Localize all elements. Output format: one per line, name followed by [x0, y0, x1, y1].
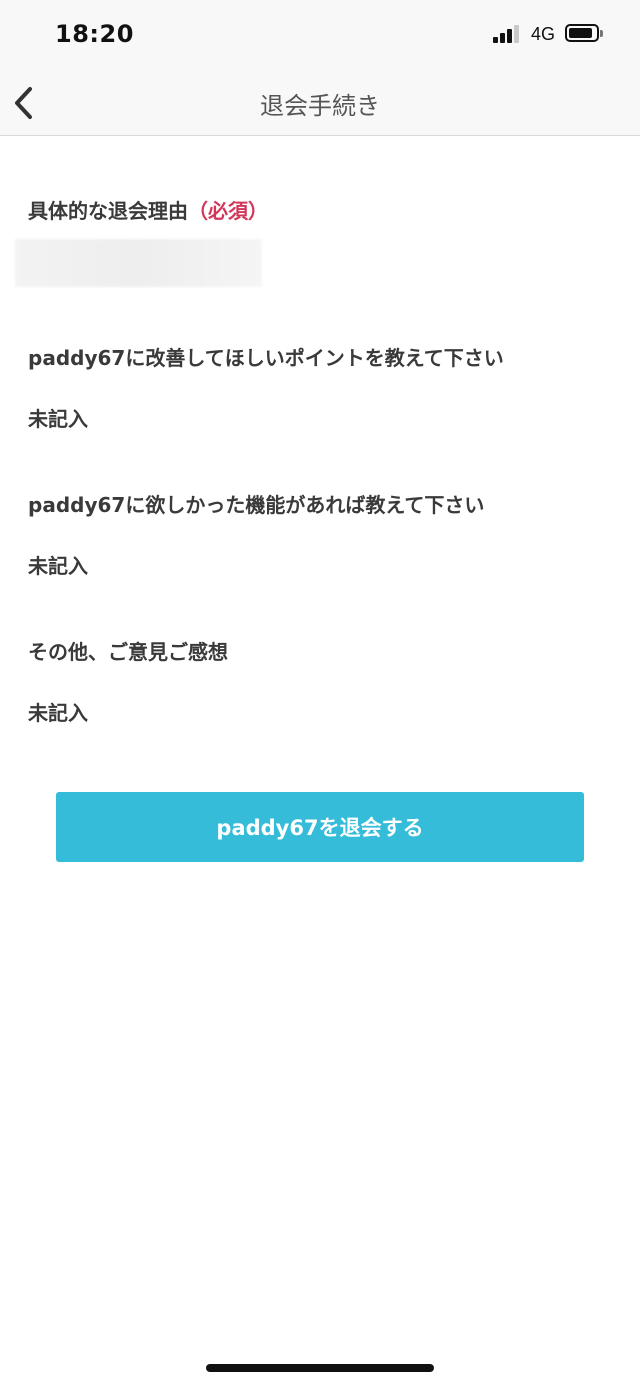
status-time: 18:20 — [55, 20, 134, 48]
features-label: paddy67に欲しかった機能があれば教えて下さい — [28, 493, 485, 517]
withdraw-button[interactable]: paddy67を退会する — [56, 792, 584, 862]
network-type: 4G — [531, 24, 556, 44]
features-value: 未記入 — [28, 554, 88, 578]
home-indicator — [206, 1364, 434, 1372]
page-title: 退会手続き — [260, 92, 380, 120]
required-badge: （必須） — [188, 199, 268, 223]
status-bar: 18:20 4G — [0, 0, 640, 70]
reason-label: 具体的な退会理由（必須） — [28, 195, 268, 224]
improve-value: 未記入 — [28, 407, 88, 431]
other-label: その他、ご意見ご感想 — [28, 640, 228, 664]
battery-cap — [600, 30, 603, 37]
improve-label: paddy67に改善してほしいポイントを教えて下さい — [28, 346, 504, 370]
other-value: 未記入 — [28, 701, 88, 725]
reason-label-text: 具体的な退会理由 — [28, 199, 188, 223]
cellular-signal-icon — [493, 25, 523, 43]
battery-icon — [565, 24, 599, 42]
navigation-bar: 退会手続き — [0, 70, 640, 136]
reason-value-redacted — [15, 239, 262, 287]
